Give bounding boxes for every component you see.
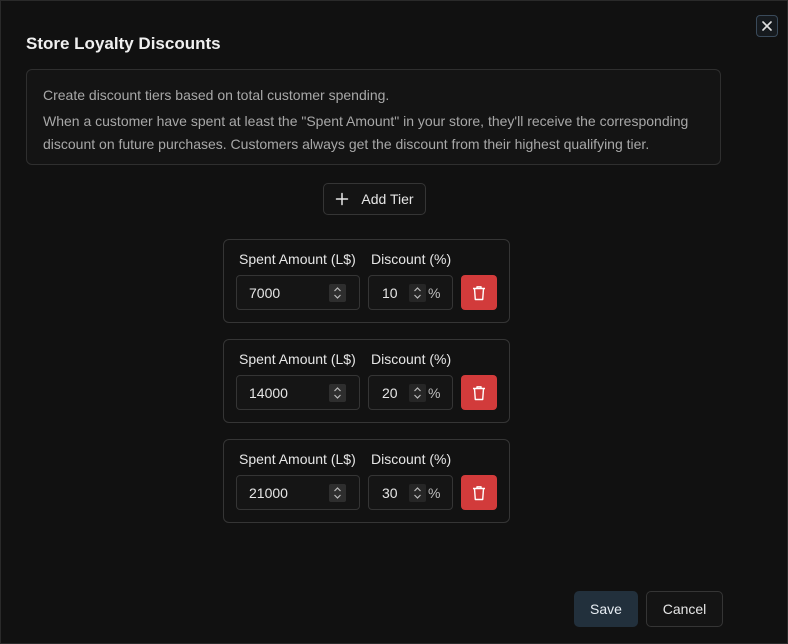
dialog-title: Store Loyalty Discounts bbox=[26, 34, 221, 53]
spent-amount-stepper[interactable] bbox=[329, 384, 346, 402]
loyalty-discounts-dialog: Store Loyalty Discounts Create discount … bbox=[0, 0, 788, 644]
discount-value: 30 bbox=[382, 485, 398, 501]
tier-card: Spent Amount (L$) Discount (%) 7000 10 % bbox=[223, 239, 510, 323]
percent-suffix: % bbox=[428, 285, 441, 301]
discount-label: Discount (%) bbox=[371, 351, 452, 367]
info-text-detail: When a customer have spent at least the … bbox=[43, 113, 689, 152]
delete-tier-button[interactable] bbox=[461, 375, 497, 410]
discount-input[interactable]: 20 % bbox=[368, 375, 453, 410]
percent-suffix: % bbox=[428, 385, 441, 401]
save-button[interactable]: Save bbox=[574, 591, 638, 627]
close-icon bbox=[762, 21, 772, 31]
info-box: Create discount tiers based on total cus… bbox=[26, 69, 721, 165]
spent-amount-label: Spent Amount (L$) bbox=[239, 251, 356, 267]
trash-icon bbox=[473, 385, 485, 400]
chevron-up-down-icon bbox=[334, 487, 341, 499]
chevron-up-down-icon bbox=[414, 387, 421, 399]
spent-amount-label: Spent Amount (L$) bbox=[239, 351, 356, 367]
percent-suffix: % bbox=[428, 485, 441, 501]
chevron-up-down-icon bbox=[334, 387, 341, 399]
discount-input[interactable]: 10 % bbox=[368, 275, 453, 310]
discount-stepper[interactable] bbox=[409, 384, 426, 402]
delete-tier-button[interactable] bbox=[461, 475, 497, 510]
chevron-up-down-icon bbox=[414, 487, 421, 499]
discount-input[interactable]: 30 % bbox=[368, 475, 453, 510]
add-tier-button[interactable]: Add Tier bbox=[323, 183, 426, 215]
discount-value: 20 bbox=[382, 385, 398, 401]
tier-card: Spent Amount (L$) Discount (%) 21000 30 … bbox=[223, 439, 510, 523]
spent-amount-input[interactable]: 21000 bbox=[236, 475, 360, 510]
spent-amount-value: 14000 bbox=[249, 385, 288, 401]
trash-icon bbox=[473, 485, 485, 500]
spent-amount-value: 21000 bbox=[249, 485, 288, 501]
chevron-up-down-icon bbox=[334, 287, 341, 299]
tier-card: Spent Amount (L$) Discount (%) 14000 20 … bbox=[223, 339, 510, 423]
cancel-button[interactable]: Cancel bbox=[646, 591, 723, 627]
spent-amount-label: Spent Amount (L$) bbox=[239, 451, 356, 467]
spent-amount-stepper[interactable] bbox=[329, 284, 346, 302]
delete-tier-button[interactable] bbox=[461, 275, 497, 310]
discount-value: 10 bbox=[382, 285, 398, 301]
discount-label: Discount (%) bbox=[371, 251, 452, 267]
discount-stepper[interactable] bbox=[409, 484, 426, 502]
add-tier-label: Add Tier bbox=[361, 191, 414, 207]
discount-stepper[interactable] bbox=[409, 284, 426, 302]
plus-icon bbox=[335, 192, 349, 206]
discount-label: Discount (%) bbox=[371, 451, 452, 467]
spent-amount-stepper[interactable] bbox=[329, 484, 346, 502]
info-text-summary: Create discount tiers based on total cus… bbox=[43, 87, 390, 103]
spent-amount-value: 7000 bbox=[249, 285, 281, 301]
close-button[interactable] bbox=[756, 15, 778, 37]
spent-amount-input[interactable]: 14000 bbox=[236, 375, 360, 410]
spent-amount-input[interactable]: 7000 bbox=[236, 275, 360, 310]
chevron-up-down-icon bbox=[414, 287, 421, 299]
trash-icon bbox=[473, 285, 485, 300]
